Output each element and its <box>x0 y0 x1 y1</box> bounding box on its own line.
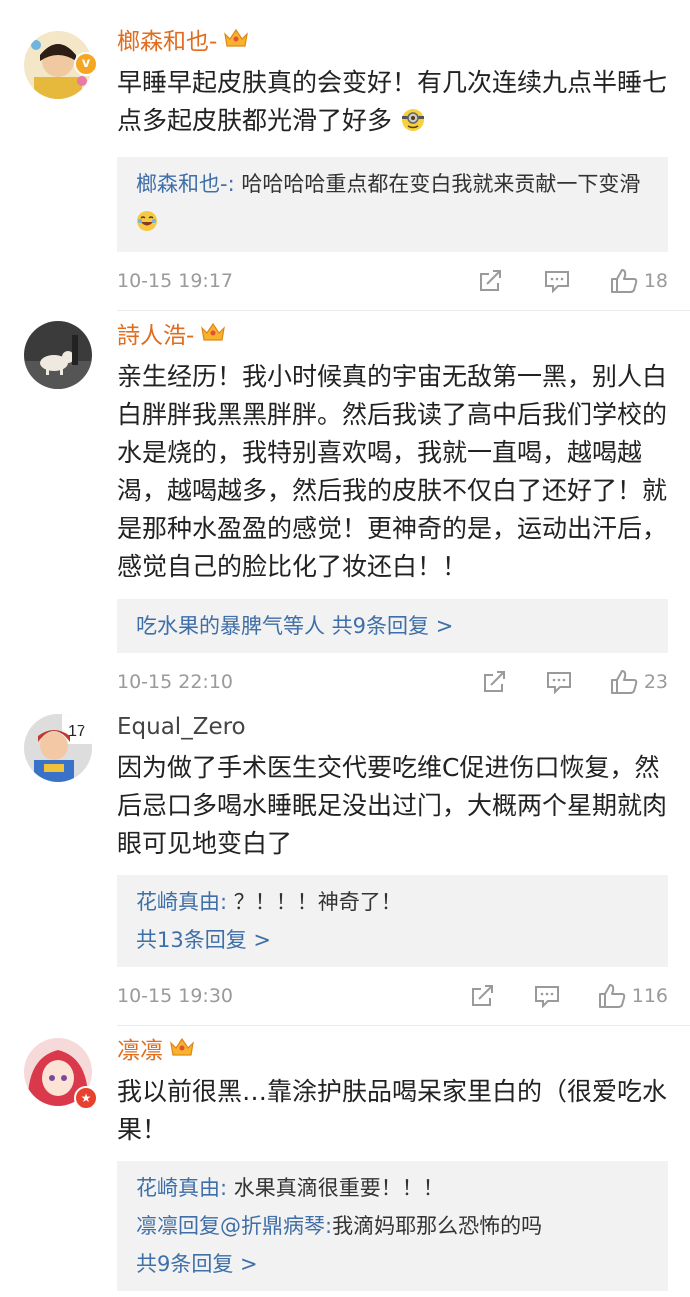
comment-button[interactable] <box>534 984 560 1008</box>
username[interactable]: 榔森和也- <box>117 26 668 58</box>
username[interactable]: 凛凛 <box>117 1035 668 1067</box>
crown-icon <box>200 320 226 352</box>
thumbs-up-icon <box>610 670 638 694</box>
like-count: 116 <box>631 985 668 1007</box>
like-button[interactable]: 18 <box>610 268 668 294</box>
comment-3: 17 Equal_Zero 因为做了手术医生交代要吃维C促进伤口恢复，然后忌口多… <box>0 711 690 1025</box>
verified-badge-icon: v <box>74 52 98 76</box>
crown-icon <box>223 26 249 58</box>
reply-line: 花崎真由: 水果真滴很重要！！！ <box>136 1169 648 1207</box>
comment-button[interactable] <box>546 670 572 694</box>
repost-icon <box>471 985 493 1006</box>
username-text[interactable]: 詩人浩- <box>117 320 194 352</box>
repost-button[interactable] <box>470 984 496 1008</box>
reply-more-link[interactable]: 等人 共9条回复 > <box>283 614 453 638</box>
like-count: 18 <box>643 270 668 292</box>
timestamp: 10-15 22:10 <box>117 671 234 693</box>
comment-footer: 10-15 19:30 116 <box>117 967 668 1025</box>
reply-line: 凛凛回复@折鼎病琴:我滴妈耶那么恐怖的吗 <box>136 1207 648 1245</box>
timestamp: 10-15 19:30 <box>117 985 234 1007</box>
reply-content: 我滴妈耶那么恐怖的吗 <box>332 1214 543 1238</box>
comment-text: 早睡早起皮肤真的会变好！有几次连续九点半睡七点多起皮肤都光滑了好多 <box>117 64 668 144</box>
username-text[interactable]: Equal_Zero <box>117 711 246 743</box>
like-button[interactable]: 116 <box>598 983 668 1009</box>
reply-content: ？！！！神奇了！ <box>227 890 402 914</box>
comment-footer: 10-15 19:17 18 <box>117 252 668 310</box>
reply-author[interactable]: 花崎真由: <box>136 1176 227 1200</box>
comment-button[interactable] <box>544 269 570 293</box>
reply-more-link[interactable]: 共9条回复 > <box>136 1245 648 1283</box>
reply-author[interactable]: 凛凛回复@折鼎病琴: <box>136 1214 332 1238</box>
repost-button[interactable] <box>482 670 508 694</box>
laugh-cry-emoji-icon <box>136 206 158 244</box>
comment-text: 因为做了手术医生交代要吃维C促进伤口恢复，然后忌口多喝水睡眠足没出过门，大概两个… <box>117 753 668 858</box>
minion-emoji-icon <box>400 106 426 144</box>
repost-button[interactable] <box>478 269 504 293</box>
reply-author[interactable]: 花崎真由: <box>136 890 227 914</box>
svg-text:17: 17 <box>68 723 86 740</box>
reply-content: 哈哈哈哈重点都在变白我就来贡献一下变滑 <box>234 172 641 196</box>
comment-icon <box>546 672 571 694</box>
reply-line: 榔森和也-: 哈哈哈哈重点都在变白我就来贡献一下变滑 <box>136 165 648 244</box>
comment-1: v 榔森和也- 早睡早起皮肤真的会变好！有几次连续九点半睡七点多起皮肤都光滑了好… <box>0 0 690 310</box>
username[interactable]: Equal_Zero <box>117 711 668 743</box>
comment-2: 詩人浩- 亲生经历！我小时候真的宇宙无敌第一黑，别人白白胖胖我黑黑胖胖。然后我读… <box>0 311 690 711</box>
like-count: 23 <box>643 671 668 693</box>
comment-icon <box>544 271 569 293</box>
username-text[interactable]: 凛凛 <box>117 1035 163 1067</box>
timestamp: 10-15 19:17 <box>117 270 234 292</box>
comment-text-content: 早睡早起皮肤真的会变好！有几次连续九点半睡七点多起皮肤都光滑了好多 <box>117 68 668 135</box>
reply-author[interactable]: 吃水果的暴脾气 <box>136 614 283 638</box>
like-button[interactable]: 23 <box>610 669 668 695</box>
comment-footer: 10-15 22:10 23 <box>117 653 668 711</box>
comment-text: 我以前很黑…靠涂护肤品喝呆家里白的（很爱吃水果！ <box>117 1077 668 1144</box>
reply-box[interactable]: 吃水果的暴脾气等人 共9条回复 > <box>117 599 668 653</box>
repost-icon <box>479 270 501 291</box>
comment-icon <box>534 986 559 1008</box>
reply-content: 水果真滴很重要！！！ <box>227 1176 444 1200</box>
comment-text: 亲生经历！我小时候真的宇宙无敌第一黑，别人白白胖胖我黑黑胖胖。然后我读了高中后我… <box>117 362 668 581</box>
repost-icon <box>483 671 505 692</box>
avatar[interactable]: 17 <box>24 714 92 782</box>
avatar[interactable] <box>24 321 92 389</box>
crown-icon <box>169 1035 195 1067</box>
comment-4: ★ 凛凛 我以前很黑…靠涂护肤品喝呆家里白的（很爱吃水果！ 花崎真由: 水果真滴… <box>0 1026 690 1291</box>
reply-more-link[interactable]: 共13条回复 > <box>136 921 648 959</box>
username[interactable]: 詩人浩- <box>117 320 668 352</box>
reply-box[interactable]: 花崎真由: 水果真滴很重要！！！ 凛凛回复@折鼎病琴:我滴妈耶那么恐怖的吗 共9… <box>117 1161 668 1291</box>
reply-line: 花崎真由: ？！！！神奇了！ <box>136 883 648 921</box>
thumbs-up-icon <box>598 984 625 1008</box>
username-text[interactable]: 榔森和也- <box>117 26 217 58</box>
reply-box[interactable]: 花崎真由: ？！！！神奇了！ 共13条回复 > <box>117 875 668 967</box>
member-badge-icon: ★ <box>74 1086 98 1110</box>
thumbs-up-icon <box>610 269 638 293</box>
reply-box[interactable]: 榔森和也-: 哈哈哈哈重点都在变白我就来贡献一下变滑 <box>117 157 668 252</box>
reply-author[interactable]: 榔森和也-: <box>136 172 235 196</box>
